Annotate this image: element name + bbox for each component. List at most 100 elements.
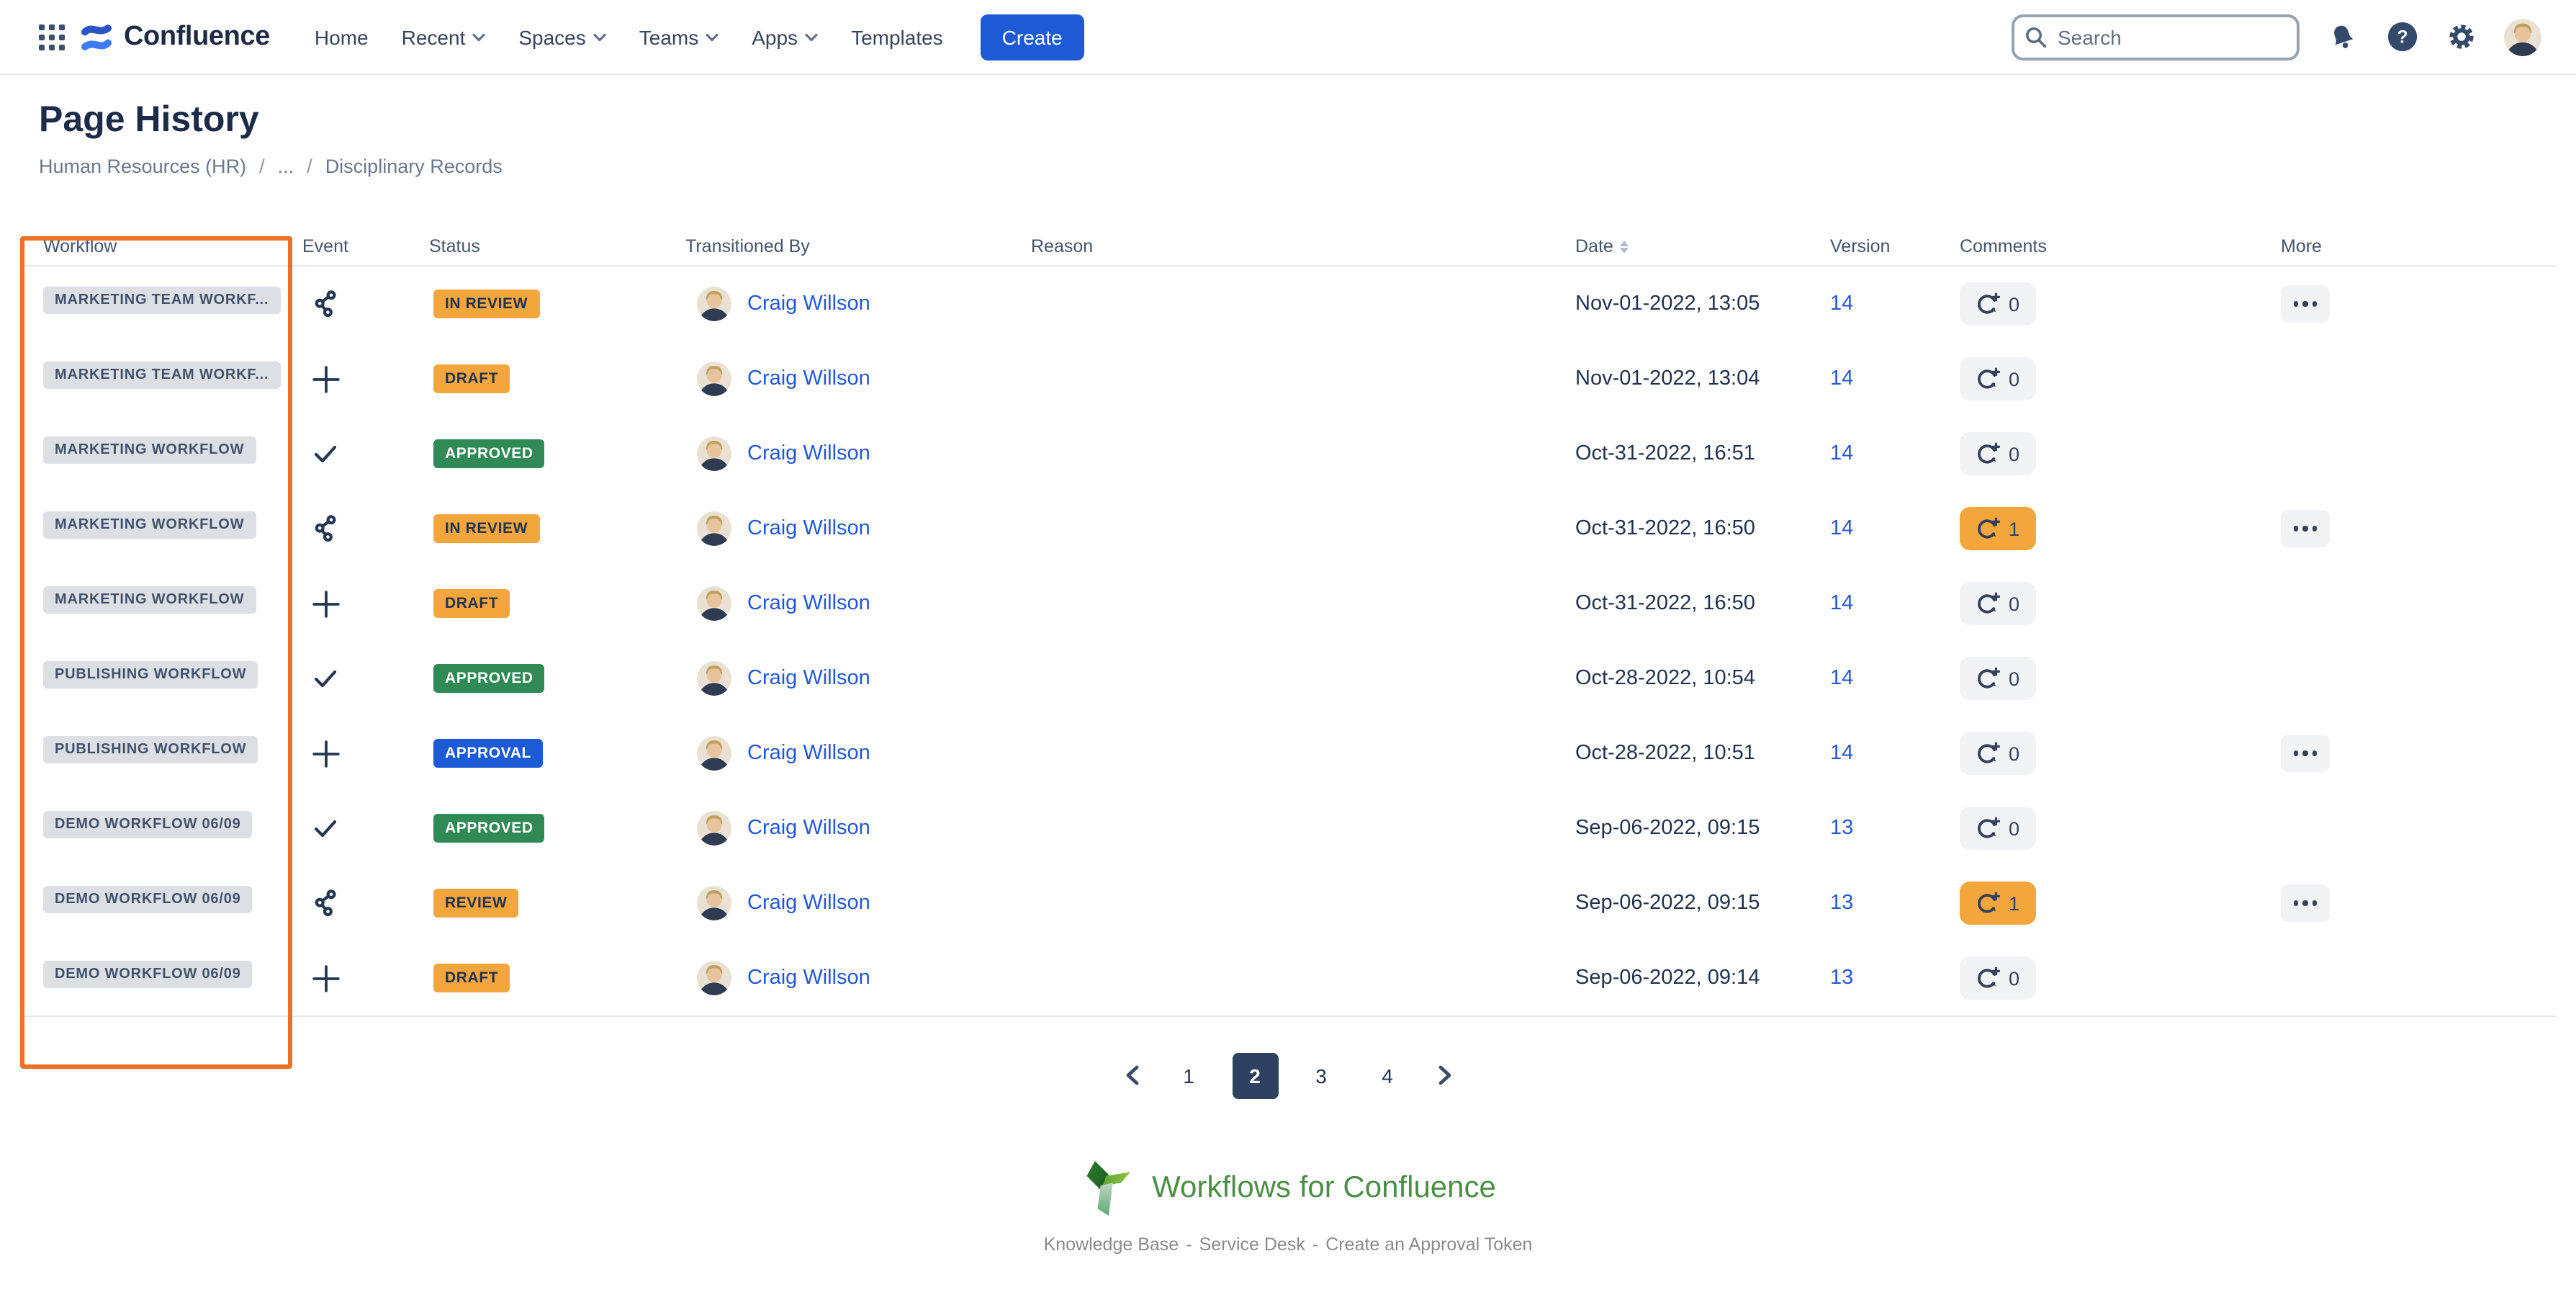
app-window: Confluence Home Recent Spaces Teams Apps… [0, 0, 2576, 1305]
status-badge: IN REVIEW [433, 514, 539, 543]
comments-button[interactable]: 0 [1960, 357, 2035, 400]
table-row: MARKETING TEAM WORKF... IN REVIEW Craig … [20, 266, 2556, 341]
plus-icon [311, 963, 429, 993]
workflow-pill[interactable]: MARKETING TEAM WORKF... [43, 362, 280, 389]
workflow-pill[interactable]: PUBLISHING WORKFLOW [43, 661, 258, 689]
workflow-pill[interactable]: DEMO WORKFLOW 06/09 [43, 961, 253, 988]
breadcrumb-item[interactable]: Human Resources (HR) [39, 154, 246, 180]
help-icon[interactable]: ? [2386, 20, 2419, 53]
comments-button[interactable]: 0 [1960, 956, 2035, 1000]
user-link[interactable]: Craig Willson [747, 967, 870, 990]
comments-button[interactable]: 1 [1960, 882, 2035, 925]
user-link[interactable]: Craig Willson [747, 817, 870, 840]
comments-button[interactable]: 0 [1960, 582, 2035, 625]
comments-button[interactable]: 0 [1960, 282, 2035, 326]
comment-add-icon [1976, 666, 2000, 691]
sort-icon[interactable] [1621, 240, 1629, 253]
col-header-workflow: Workflow [43, 236, 302, 256]
comments-button[interactable]: 0 [1960, 432, 2035, 475]
breadcrumb-item[interactable]: Disciplinary Records [325, 154, 503, 180]
nav-item-spaces[interactable]: Spaces [518, 25, 605, 48]
more-button[interactable] [2281, 735, 2330, 772]
confluence-logo[interactable]: Confluence [79, 19, 270, 54]
app-switcher-icon[interactable] [37, 22, 66, 51]
comment-add-icon [1976, 367, 2000, 391]
notification-bell-icon[interactable] [2327, 21, 2359, 53]
workflow-pill[interactable]: MARKETING WORKFLOW [43, 436, 256, 464]
page-number-button-2[interactable]: 2 [1232, 1052, 1278, 1098]
user-link[interactable]: Craig Willson [747, 592, 870, 615]
user-link[interactable]: Craig Willson [747, 367, 870, 390]
workflow-pill[interactable]: DEMO WORKFLOW 06/09 [43, 886, 253, 913]
nav-item-recent[interactable]: Recent [402, 25, 486, 48]
version-link[interactable]: 14 [1830, 667, 1853, 690]
more-button[interactable] [2281, 510, 2330, 547]
check-icon [311, 664, 429, 693]
next-page-icon[interactable] [1431, 1064, 1458, 1086]
nav-right-cluster: ? [2012, 14, 2541, 60]
date-text: Oct-31-2022, 16:51 [1575, 442, 1755, 465]
version-link[interactable]: 13 [1830, 817, 1853, 840]
comment-add-icon [1976, 441, 2000, 466]
version-link[interactable]: 14 [1830, 592, 1853, 615]
version-link[interactable]: 14 [1830, 292, 1853, 315]
comments-button[interactable]: 1 [1960, 507, 2035, 550]
workflow-pill[interactable]: PUBLISHING WORKFLOW [43, 736, 258, 763]
page-number-button-3[interactable]: 3 [1298, 1052, 1344, 1098]
comments-button[interactable]: 0 [1960, 732, 2035, 775]
footer-link[interactable]: Knowledge Base [1044, 1234, 1179, 1255]
user-link[interactable]: Craig Willson [747, 892, 870, 915]
version-link[interactable]: 14 [1830, 742, 1853, 765]
main-content: Page History Human Resources (HR)/.../Di… [0, 98, 2576, 1255]
workflow-pill[interactable]: MARKETING WORKFLOW [43, 511, 256, 539]
create-button[interactable]: Create [981, 14, 1084, 60]
user-link[interactable]: Craig Willson [747, 292, 870, 315]
version-link[interactable]: 14 [1830, 442, 1853, 465]
nav-item-templates[interactable]: Templates [851, 25, 943, 48]
table-row: DEMO WORKFLOW 06/09 REVIEW Craig Willson… [20, 866, 2556, 941]
version-link[interactable]: 13 [1830, 892, 1853, 915]
version-link[interactable]: 14 [1830, 517, 1853, 540]
user-link[interactable]: Craig Willson [747, 742, 870, 765]
comments-button[interactable]: 0 [1960, 807, 2035, 850]
status-badge: APPROVED [433, 814, 545, 843]
avatar [697, 961, 731, 995]
workflow-pill[interactable]: DEMO WORKFLOW 06/09 [43, 811, 253, 838]
col-header-date[interactable]: Date [1575, 236, 1830, 256]
settings-gear-icon[interactable] [2446, 22, 2477, 52]
page-number-button-1[interactable]: 1 [1166, 1052, 1212, 1098]
comment-count: 0 [2009, 967, 2019, 989]
footer-brand: Workflows for Confluence [1080, 1157, 1496, 1220]
comments-button[interactable]: 0 [1960, 657, 2035, 700]
search-input[interactable] [2012, 14, 2300, 60]
nav-item-home[interactable]: Home [315, 25, 369, 48]
search-box [2012, 14, 2300, 60]
more-button[interactable] [2281, 285, 2330, 323]
workflow-transition-icon [311, 514, 429, 543]
nav-item-teams[interactable]: Teams [639, 25, 719, 48]
more-button[interactable] [2281, 884, 2330, 922]
nav-menu: Home Recent Spaces Teams Apps Templates [315, 25, 943, 48]
user-link[interactable]: Craig Willson [747, 667, 870, 690]
version-link[interactable]: 14 [1830, 367, 1853, 390]
version-link[interactable]: 13 [1830, 967, 1853, 990]
confluence-mark-icon [79, 19, 114, 54]
user-link[interactable]: Craig Willson [747, 442, 870, 465]
user-avatar[interactable] [2504, 18, 2541, 55]
chevron-down-icon [805, 32, 818, 41]
footer-link[interactable]: Service Desk [1199, 1234, 1305, 1255]
footer-link[interactable]: Create an Approval Token [1325, 1234, 1532, 1255]
previous-page-icon[interactable] [1118, 1064, 1145, 1086]
breadcrumb-item[interactable]: ... [278, 154, 294, 180]
brand-wordmark: Confluence [124, 21, 270, 53]
page-number-button-4[interactable]: 4 [1364, 1052, 1410, 1098]
nav-item-apps[interactable]: Apps [752, 25, 818, 48]
workflow-pill[interactable]: MARKETING WORKFLOW [43, 586, 256, 614]
col-header-version: Version [1830, 236, 1960, 256]
table-row: PUBLISHING WORKFLOW APPROVED Craig Wills… [20, 641, 2556, 716]
comment-add-icon [1976, 516, 2000, 541]
status-badge: APPROVED [433, 664, 545, 693]
col-header-event: Event [302, 236, 429, 256]
workflow-pill[interactable]: MARKETING TEAM WORKF... [43, 287, 280, 314]
user-link[interactable]: Craig Willson [747, 517, 870, 540]
